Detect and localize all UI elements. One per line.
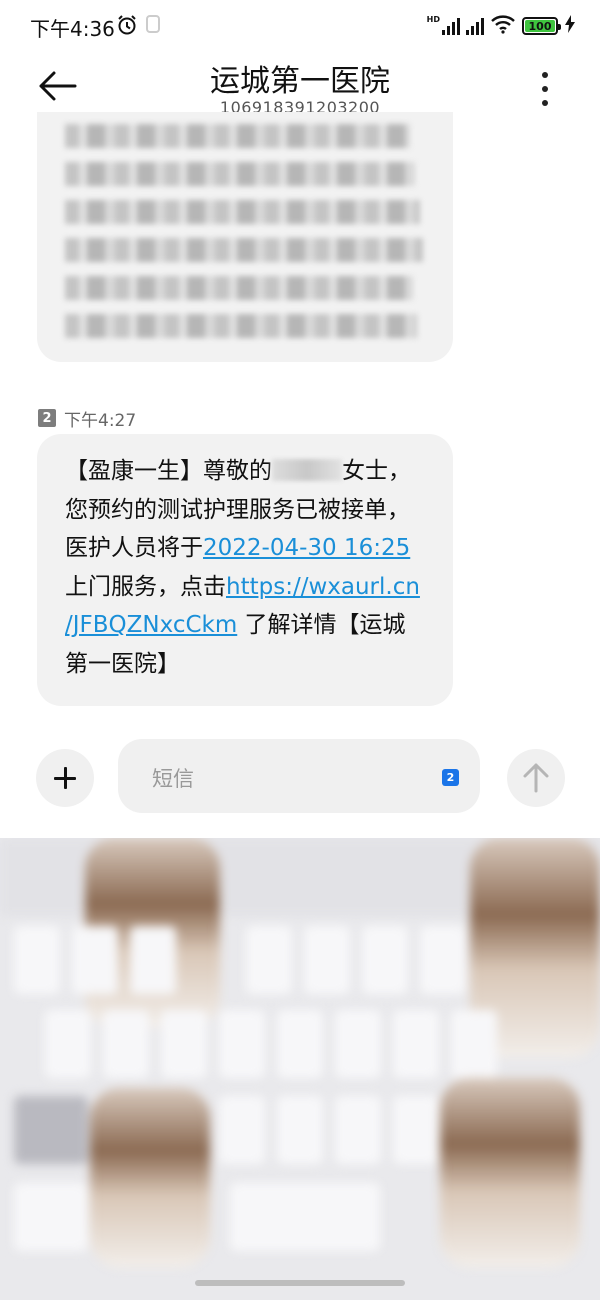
add-attachment-button[interactable] — [36, 749, 94, 807]
message-bubble[interactable]: 【盈康一生】尊敬的 女士， 您预约的测试护理服务已被接单， 医护人员将于2022-… — [37, 434, 453, 706]
battery-level: 100 — [528, 19, 552, 33]
arrow-up-icon — [523, 763, 549, 793]
sim-select-icon[interactable]: 2 — [442, 769, 459, 786]
url-link-continued[interactable]: /JFBQZNxcCkm — [65, 612, 237, 638]
url-link[interactable]: https://wxaurl.cn — [226, 574, 420, 600]
status-icons: HD 100 — [427, 14, 576, 38]
obscured-text — [65, 200, 420, 224]
more-vertical-icon — [542, 72, 548, 78]
message-input[interactable]: 短信 2 — [118, 739, 480, 813]
bolt-icon — [564, 14, 576, 38]
more-options-button[interactable] — [533, 72, 557, 106]
obscured-text — [65, 276, 413, 300]
app-notification-icon — [146, 15, 160, 33]
status-time: 下午4:36 — [30, 17, 115, 41]
alarm-icon — [116, 14, 138, 40]
message-bubble-obscured[interactable] — [37, 112, 453, 362]
redacted-name — [272, 459, 342, 481]
date-link[interactable]: 2022-04-30 16:25 — [203, 535, 410, 561]
status-bar: 下午4:36 HD 100 — [0, 0, 600, 50]
signal-icon — [466, 17, 484, 35]
message-input-placeholder: 短信 — [152, 767, 194, 791]
keyboard-obscured — [0, 838, 600, 1300]
obscured-text — [65, 124, 410, 148]
home-indicator — [195, 1280, 405, 1286]
obscured-text — [65, 314, 417, 338]
signal-icon — [442, 17, 460, 35]
timestamp-text: 下午4:27 — [64, 410, 137, 431]
contact-name: 运城第一医院 — [210, 64, 390, 99]
obscured-text — [65, 162, 415, 186]
message-timestamp: 2 下午4:27 — [38, 406, 137, 431]
send-button[interactable] — [507, 749, 565, 807]
obscured-text — [65, 238, 423, 262]
wifi-icon — [490, 14, 516, 38]
sim-card-icon: 2 — [38, 409, 56, 427]
message-text: 【盈康一生】尊敬的 女士， 您预约的测试护理服务已被接单， 医护人员将于2022-… — [65, 458, 420, 677]
keyboard[interactable] — [0, 838, 600, 1300]
battery-icon: 100 — [522, 17, 561, 35]
hd-label: HD — [426, 14, 440, 24]
